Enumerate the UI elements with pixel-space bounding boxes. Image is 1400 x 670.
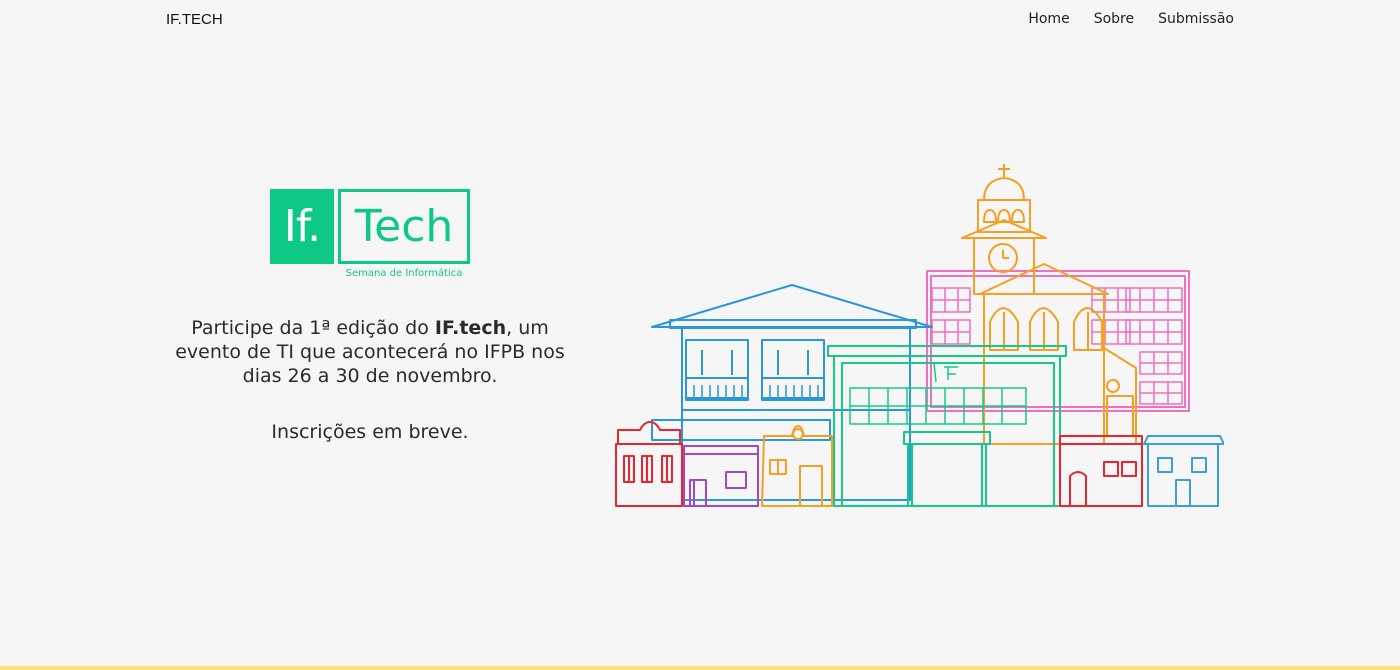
nav-sobre-link[interactable]: Sobre [1094, 11, 1134, 27]
nav-home-link[interactable]: Home [1028, 11, 1069, 27]
nav-links: Home Sobre Submissão [1028, 11, 1234, 27]
orange-small-house [761, 425, 833, 507]
bottom-accent-bar [0, 666, 1400, 670]
orange-church [961, 164, 1137, 445]
green-if-building [827, 345, 1067, 507]
iftech-logo: If. Tech Semana de Informática [270, 188, 470, 283]
blue-colonial-building [651, 284, 933, 501]
logo-if-box: If. [270, 189, 334, 264]
red-house-left [615, 421, 683, 507]
logo-tech-box: Tech [338, 189, 470, 264]
campus-buildings-illustration [615, 164, 1224, 507]
light-blue-house [1143, 435, 1224, 507]
brand-link[interactable]: IF.TECH [166, 11, 223, 28]
intro-text: Participe da 1ª edição do IF.tech, um ev… [160, 316, 580, 388]
navbar: IF.TECH Home Sobre Submissão [0, 0, 1400, 40]
nav-submissao-link[interactable]: Submissão [1158, 11, 1234, 27]
intro-part1: Participe da 1ª edição do [191, 317, 435, 339]
logo-subtitle: Semana de Informática [345, 268, 463, 279]
red-house-right [1059, 435, 1143, 507]
registration-soon-text: Inscrições em breve. [271, 421, 469, 443]
purple-house [683, 445, 759, 507]
intro-brand: IF.tech [434, 317, 507, 339]
